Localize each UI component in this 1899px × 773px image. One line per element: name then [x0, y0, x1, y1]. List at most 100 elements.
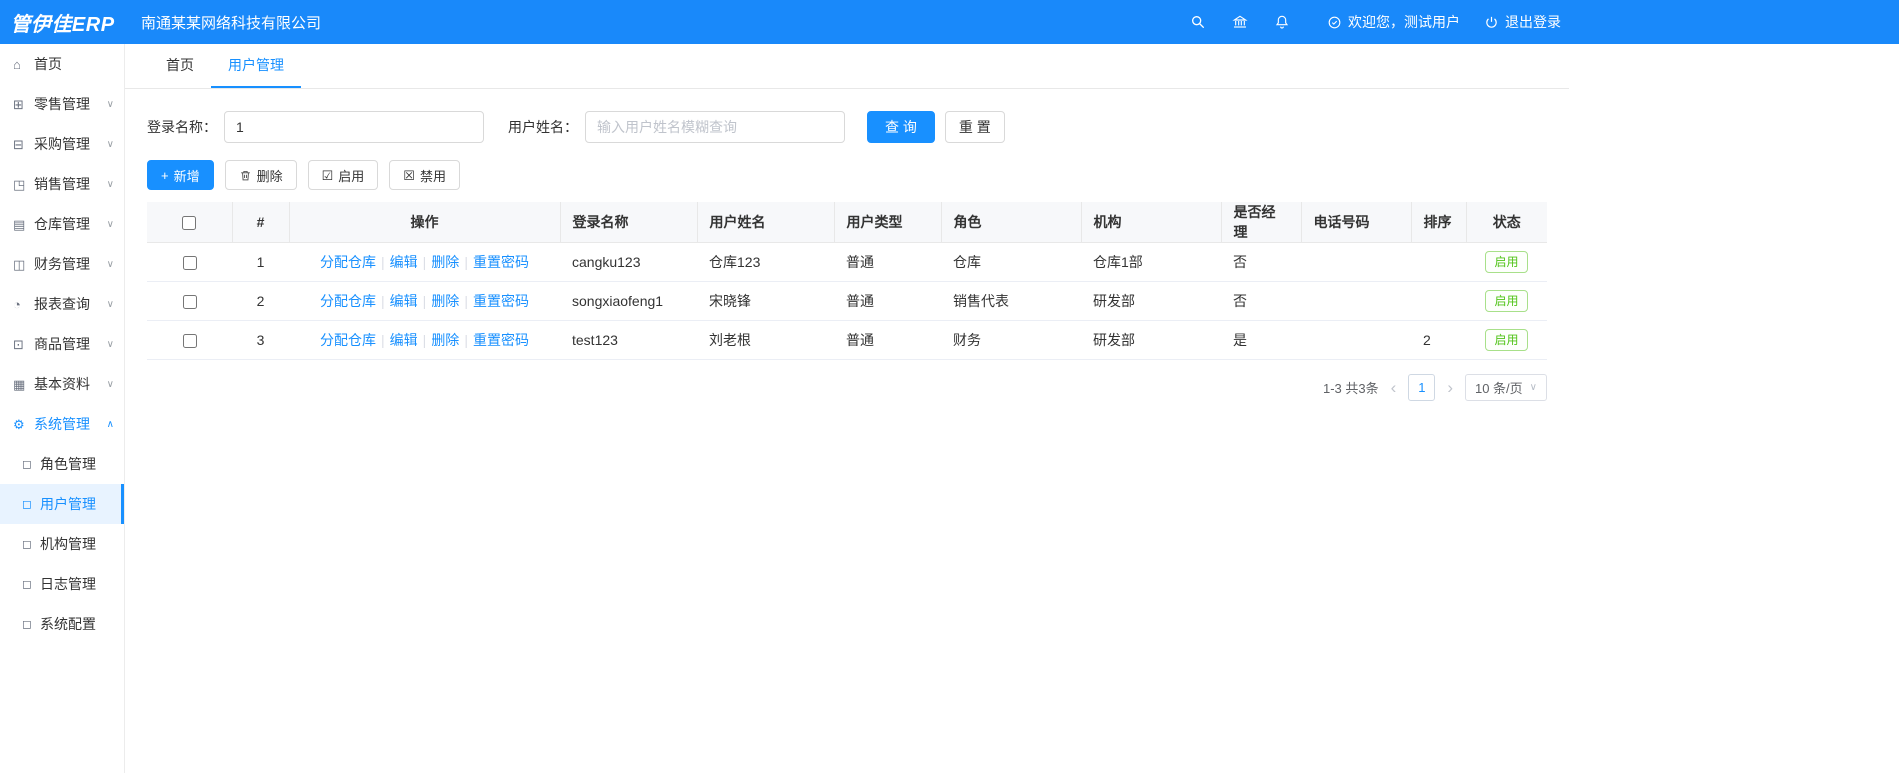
reset-password-link[interactable]: 重置密码: [473, 293, 529, 309]
row-checkbox[interactable]: [182, 334, 197, 349]
tab-user-management[interactable]: 用户管理: [211, 44, 301, 88]
sidebar-subitem-role-management[interactable]: ◻ 角色管理: [0, 444, 124, 484]
col-index: #: [232, 202, 290, 243]
delete-link[interactable]: 删除: [431, 293, 459, 309]
trash-icon: [239, 169, 252, 182]
delete-link[interactable]: 删除: [431, 254, 459, 270]
prev-page-button[interactable]: ‹: [1389, 379, 1399, 396]
row-checkbox[interactable]: [182, 295, 197, 310]
select-all-checkbox[interactable]: [182, 216, 197, 231]
retail-icon: ⊞: [13, 96, 24, 112]
phone-cell: [1301, 281, 1411, 321]
welcome-user-label: 欢迎您，测试用户: [1348, 14, 1460, 30]
edit-link[interactable]: 编辑: [390, 332, 418, 348]
status-badge: 启用: [1485, 250, 1528, 274]
chevron-down-icon: ∨: [106, 298, 114, 310]
sort-cell: [1411, 242, 1466, 282]
next-page-button[interactable]: ›: [1445, 379, 1455, 396]
reset-password-link[interactable]: 重置密码: [473, 254, 529, 270]
chevron-down-icon: ∨: [1529, 382, 1537, 393]
main-area: 首页 用户管理 登录名称： 用户姓名： 查 询 重 置 + 新增: [125, 44, 1569, 773]
gear-icon: ⚙: [13, 416, 25, 432]
sidebar-subitem-org-management[interactable]: ◻ 机构管理: [0, 524, 124, 564]
bell-icon[interactable]: [1274, 14, 1290, 30]
assign-warehouse-link[interactable]: 分配仓库: [320, 254, 376, 270]
phone-cell: [1301, 320, 1411, 360]
logout-label: 退出登录: [1505, 14, 1561, 30]
phone-cell: [1301, 242, 1411, 282]
table-row: 3 分配仓库 | 编辑 | 删除 | 重置密码 test123 刘老根 普通 财务 研发部 …: [147, 320, 1547, 360]
sidebar-subitem-system-config[interactable]: ◻ 系统配置: [0, 604, 124, 644]
chevron-down-icon: ∨: [106, 218, 114, 230]
sidebar-item-retail[interactable]: ⊞ 零售管理 ∨: [0, 84, 124, 124]
actions-cell: 分配仓库 | 编辑 | 删除 | 重置密码: [289, 281, 560, 321]
chevron-down-icon: ∨: [106, 178, 114, 190]
table-header-row: # 操作 登录名称 用户姓名 用户类型 角色 机构 是否经理 电话号码 排序 状…: [147, 202, 1547, 243]
user-status-icon: [1327, 15, 1342, 30]
delete-button[interactable]: 删除: [224, 160, 297, 190]
disable-button[interactable]: ☒ 禁用: [389, 160, 460, 190]
top-header: 管伊佳ERP 南通某某网络科技有限公司 欢迎您，测试用户 退出登录: [0, 0, 1899, 44]
page-size-select[interactable]: 10 条/页 ∨: [1464, 374, 1547, 401]
search-icon[interactable]: [1190, 14, 1206, 30]
table-row: 2 分配仓库 | 编辑 | 删除 | 重置密码 songxiaofeng1 宋晓锋 普通 销…: [147, 281, 1547, 321]
search-button[interactable]: 查 询: [867, 111, 935, 143]
sidebar-item-sales[interactable]: ◳ 销售管理 ∨: [0, 164, 124, 204]
app-logo: 管伊佳ERP: [10, 13, 115, 36]
edit-link[interactable]: 编辑: [390, 293, 418, 309]
assign-warehouse-link[interactable]: 分配仓库: [320, 293, 376, 309]
col-status: 状态: [1466, 202, 1547, 243]
sidebar-subitem-user-management[interactable]: ◻ 用户管理: [0, 484, 124, 524]
toolbar: + 新增 删除 ☑ 启用 ☒ 禁用: [147, 160, 1547, 190]
role-cell: 销售代表: [941, 281, 1081, 321]
delete-link[interactable]: 删除: [431, 332, 459, 348]
edit-link[interactable]: 编辑: [390, 254, 418, 270]
chevron-down-icon: ∨: [106, 138, 114, 150]
sales-icon: ◳: [13, 176, 26, 192]
sidebar-item-finance[interactable]: ◫ 财务管理 ∨: [0, 244, 124, 284]
name-cell: 仓库123: [697, 242, 834, 282]
logout-button[interactable]: 退出登录: [1484, 12, 1561, 32]
role-cell: 财务: [941, 320, 1081, 360]
col-login: 登录名称: [560, 202, 698, 243]
reset-password-link[interactable]: 重置密码: [473, 332, 529, 348]
page-number-button[interactable]: 1: [1408, 374, 1436, 401]
type-cell: 普通: [834, 320, 941, 360]
sidebar-subitem-log-management[interactable]: ◻ 日志管理: [0, 564, 124, 604]
sidebar-item-basic-data[interactable]: ▦ 基本资料 ∨: [0, 364, 124, 404]
sort-cell: [1411, 281, 1466, 321]
pagination-summary: 1-3 共3条: [1323, 381, 1379, 396]
chevron-down-icon: ∨: [106, 338, 114, 350]
chevron-down-icon: ∨: [106, 378, 114, 390]
assign-warehouse-link[interactable]: 分配仓库: [320, 332, 376, 348]
sidebar-item-system[interactable]: ⚙ 系统管理 ∧: [0, 404, 124, 444]
manager-cell: 否: [1221, 242, 1301, 282]
status-badge: 启用: [1485, 289, 1528, 313]
sidebar-item-report[interactable]: ◔ 报表查询 ∨: [0, 284, 124, 324]
add-button[interactable]: + 新增: [147, 160, 214, 190]
sidebar-item-warehouse[interactable]: ▤ 仓库管理 ∨: [0, 204, 124, 244]
login-name-input[interactable]: [224, 111, 484, 143]
tab-home[interactable]: 首页: [149, 44, 211, 88]
sidebar-item-product[interactable]: ⊡ 商品管理 ∨: [0, 324, 124, 364]
report-icon: ◔: [13, 296, 21, 312]
reset-button[interactable]: 重 置: [944, 111, 1005, 143]
sidebar-item-home[interactable]: ⌂ 首页: [0, 44, 124, 84]
user-name-input[interactable]: [585, 111, 845, 143]
welcome-user[interactable]: 欢迎您，测试用户: [1327, 12, 1460, 32]
enable-button[interactable]: ☑ 启用: [307, 160, 379, 190]
purchase-icon: ⊟: [13, 136, 24, 152]
chevron-down-icon: ∨: [106, 98, 114, 110]
sidebar-item-purchase[interactable]: ⊟ 采购管理 ∨: [0, 124, 124, 164]
tab-bar: 首页 用户管理: [125, 44, 1569, 89]
submenu-icon: ◻: [22, 617, 32, 631]
logout-icon: [1484, 15, 1499, 30]
status-badge: 启用: [1485, 328, 1528, 352]
row-checkbox[interactable]: [182, 256, 197, 271]
login-cell: test123: [560, 320, 697, 360]
filter-row: 登录名称： 用户姓名： 查 询 重 置: [147, 111, 1547, 143]
type-cell: 普通: [834, 242, 941, 282]
plus-icon: +: [161, 167, 169, 183]
org-cell: 研发部: [1081, 281, 1221, 321]
bank-icon[interactable]: [1232, 14, 1248, 30]
